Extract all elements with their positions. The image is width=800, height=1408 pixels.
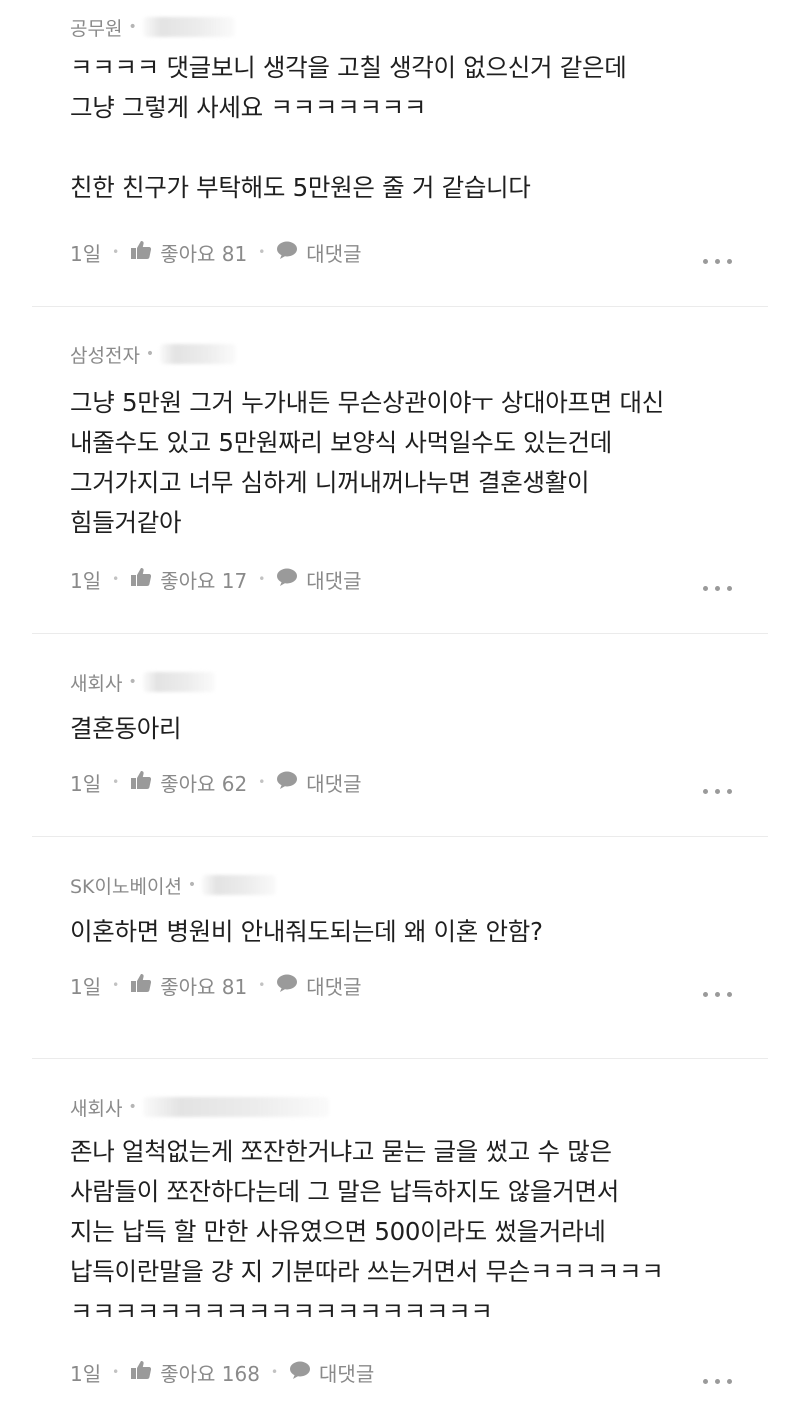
comment-body: 그냥 5만원 그거 누가내든 무슨상관이야ㅜ 상대아프면 대신 내줄수도 있고 … — [70, 383, 760, 543]
author-company: 새회사 — [70, 1097, 123, 1120]
comment-author[interactable]: 새회사 • — [70, 669, 760, 695]
like-button[interactable]: 좋아요 168 — [160, 1358, 260, 1387]
meta-separator: • — [258, 245, 266, 259]
meta-separator: • — [112, 572, 120, 586]
author-company: 삼성전자 — [70, 344, 140, 367]
author-separator: • — [187, 877, 197, 893]
comment-divider — [32, 836, 768, 837]
comment-line: 존나 얼척없는게 쪼잔한거냐고 묻는 글을 썼고 수 많은 — [70, 1137, 612, 1166]
thumbs-up-icon[interactable] — [130, 567, 152, 592]
like-button[interactable]: 좋아요 81 — [160, 238, 247, 267]
comment-line: 이혼하면 병원비 안내줘도되는데 왜 이혼 안함? — [70, 917, 543, 946]
thumbs-up-icon[interactable] — [130, 240, 152, 265]
comment-time: 1일 — [70, 241, 102, 266]
thumbs-up-icon[interactable] — [130, 770, 152, 795]
comment-line: ㅋㅋㅋㅋㅋㅋㅋㅋㅋㅋㅋㅋㅋㅋㅋㅋㅋㅋㅋ — [70, 1297, 493, 1326]
more-dots-icon[interactable] — [703, 992, 732, 997]
comment-item: 새회사 • 존나 얼척없는게 쪼잔한거냐고 묻는 글을 썼고 수 많은 사람들이… — [0, 1094, 800, 1332]
meta-separator: • — [258, 775, 266, 789]
comment-time: 1일 — [70, 1361, 102, 1386]
comment-author[interactable]: SK이노베이션 • — [70, 872, 760, 898]
author-separator: • — [145, 346, 155, 362]
comment-meta: 1일 • 좋아요 17 • 대댓글 — [70, 564, 760, 594]
author-nickname-redacted — [202, 875, 277, 895]
comment-author[interactable]: 새회사 • — [70, 1094, 760, 1120]
comment-line: 결혼동아리 — [70, 714, 182, 743]
reply-button[interactable]: 대댓글 — [306, 768, 361, 797]
speech-bubble-icon[interactable] — [276, 567, 298, 592]
comment-body: 존나 얼척없는게 쪼잔한거냐고 묻는 글을 썼고 수 많은 사람들이 쪼잔하다는… — [70, 1132, 760, 1332]
comment-divider — [32, 306, 768, 307]
comment-author[interactable]: 공무원 • — [70, 14, 760, 40]
more-dots-icon[interactable] — [703, 1379, 732, 1384]
comment-line: 힘들거같아 — [70, 508, 182, 537]
comment-line — [70, 128, 760, 168]
meta-separator: • — [258, 572, 266, 586]
author-separator: • — [128, 1099, 137, 1115]
comment-divider — [32, 633, 768, 634]
comment-line: 지는 납득 할 만한 사유였으면 500이라도 썼을거라네 — [70, 1217, 606, 1246]
speech-bubble-icon[interactable] — [289, 1360, 311, 1385]
reply-button[interactable]: 대댓글 — [306, 565, 361, 594]
comment-meta: 1일 • 좋아요 168 • 대댓글 — [70, 1357, 760, 1387]
comment-line: 그냥 그렇게 사세요 ㅋㅋㅋㅋㅋㅋㅋ — [70, 93, 427, 122]
author-nickname-redacted — [160, 344, 237, 364]
reply-button[interactable]: 대댓글 — [306, 971, 361, 1000]
comment-item: 삼성전자 • 그냥 5만원 그거 누가내든 무슨상관이야ㅜ 상대아프면 대신 내… — [0, 341, 800, 543]
comment-line: ㅋㅋㅋㅋ 댓글보니 생각을 고칠 생각이 없으신거 같은데 — [70, 53, 627, 82]
like-button[interactable]: 좋아요 62 — [160, 768, 247, 797]
speech-bubble-icon[interactable] — [276, 973, 298, 998]
author-separator: • — [128, 674, 137, 690]
meta-separator: • — [112, 245, 120, 259]
author-separator: • — [128, 19, 137, 35]
comment-time: 1일 — [70, 568, 102, 593]
more-dots-icon[interactable] — [703, 586, 732, 591]
comment-line: 그거가지고 너무 심하게 니꺼내꺼나누면 결혼생활이 — [70, 468, 590, 497]
thumbs-up-icon[interactable] — [130, 1360, 152, 1385]
meta-separator: • — [112, 1365, 120, 1379]
comment-item: 공무원 • ㅋㅋㅋㅋ 댓글보니 생각을 고칠 생각이 없으신거 같은데 그냥 그… — [0, 14, 800, 208]
thumbs-up-icon[interactable] — [130, 973, 152, 998]
comment-meta: 1일 • 좋아요 81 • 대댓글 — [70, 237, 760, 267]
like-button[interactable]: 좋아요 81 — [160, 971, 247, 1000]
comment-meta: 1일 • 좋아요 62 • 대댓글 — [70, 767, 760, 797]
more-dots-icon[interactable] — [703, 259, 732, 264]
meta-separator: • — [112, 775, 120, 789]
comment-line: 내줄수도 있고 5만원짜리 보양식 사먹일수도 있는건데 — [70, 428, 613, 457]
comment-item: SK이노베이션 • 이혼하면 병원비 안내줘도되는데 왜 이혼 안함? — [0, 872, 800, 952]
reply-button[interactable]: 대댓글 — [306, 238, 361, 267]
author-company: 공무원 — [70, 17, 123, 40]
comment-body: ㅋㅋㅋㅋ 댓글보니 생각을 고칠 생각이 없으신거 같은데 그냥 그렇게 사세요… — [70, 48, 760, 208]
comment-line: 그냥 5만원 그거 누가내든 무슨상관이야ㅜ 상대아프면 대신 — [70, 388, 664, 417]
reply-button[interactable]: 대댓글 — [319, 1358, 374, 1387]
comment-item: 새회사 • 결혼동아리 — [0, 669, 800, 749]
comment-divider — [32, 1058, 768, 1059]
author-nickname-redacted — [142, 1097, 329, 1117]
comment-meta: 1일 • 좋아요 81 • 대댓글 — [70, 970, 760, 1000]
meta-separator: • — [270, 1365, 279, 1379]
more-dots-icon[interactable] — [703, 789, 732, 794]
author-nickname-redacted — [142, 672, 215, 692]
like-button[interactable]: 좋아요 17 — [160, 565, 247, 594]
speech-bubble-icon[interactable] — [276, 770, 298, 795]
comment-body: 결혼동아리 — [70, 709, 760, 749]
meta-separator: • — [258, 978, 266, 992]
comment-time: 1일 — [70, 771, 102, 796]
author-nickname-redacted — [142, 17, 235, 37]
speech-bubble-icon[interactable] — [276, 240, 298, 265]
comment-body: 이혼하면 병원비 안내줘도되는데 왜 이혼 안함? — [70, 912, 760, 952]
comment-line: 친한 친구가 부탁해도 5만원은 줄 거 같습니다 — [70, 173, 531, 202]
author-company: SK이노베이션 — [70, 875, 182, 898]
comment-time: 1일 — [70, 974, 102, 999]
comment-line: 사람들이 쪼잔하다는데 그 말은 납득하지도 않을거면서 — [70, 1177, 619, 1206]
author-company: 새회사 — [70, 672, 123, 695]
comment-author[interactable]: 삼성전자 • — [70, 341, 760, 367]
comment-line: 납득이란말을 걍 지 기분따라 쓰는거면서 무슨ㅋㅋㅋㅋㅋㅋ — [70, 1257, 664, 1286]
meta-separator: • — [112, 978, 120, 992]
